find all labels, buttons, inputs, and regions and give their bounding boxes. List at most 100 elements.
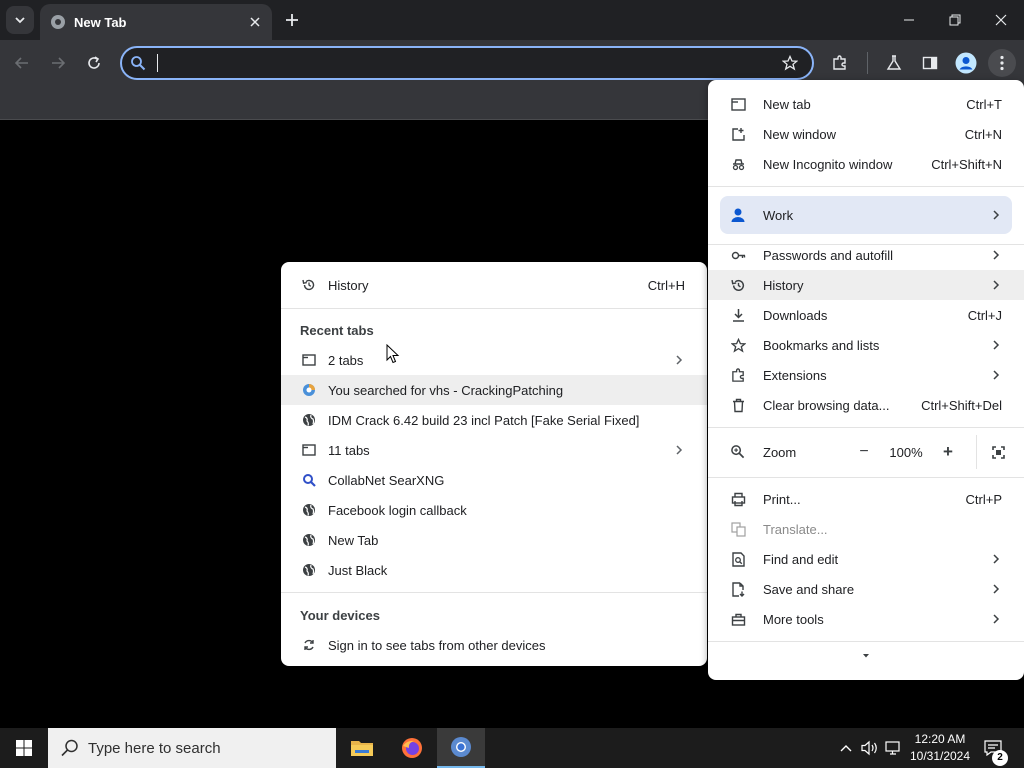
menu-item-history[interactable]: History	[708, 270, 1024, 300]
chevron-down-icon	[15, 17, 25, 24]
caret-down-icon[interactable]	[860, 652, 872, 660]
profile-item-work[interactable]: Work	[720, 196, 1012, 234]
profile-button[interactable]	[952, 49, 980, 77]
divider	[708, 477, 1024, 478]
chevron-right-icon	[993, 554, 1000, 564]
menu-item-new-window[interactable]: New window Ctrl+N	[708, 119, 1024, 149]
menu-item-save-share[interactable]: Save and share	[708, 574, 1024, 604]
search-placeholder: Type here to search	[88, 739, 221, 757]
menu-item-new-tab[interactable]: New tab Ctrl+T	[708, 89, 1024, 119]
sign-in-devices[interactable]: Sign in to see tabs from other devices	[281, 630, 707, 660]
menu-label: Print...	[763, 492, 801, 507]
omnibox[interactable]	[120, 46, 814, 80]
menu-item-clear-data[interactable]: Clear browsing data... Ctrl+Shift+Del	[708, 390, 1024, 420]
divider	[708, 427, 1024, 428]
chevron-right-icon	[993, 340, 1000, 350]
window-icon	[301, 442, 317, 458]
firefox-icon	[402, 738, 422, 758]
menu-item-extensions[interactable]: Extensions	[708, 360, 1024, 390]
new-window-icon	[730, 126, 746, 142]
menu-item-passwords[interactable]: Passwords and autofill	[708, 240, 1024, 270]
restore-button[interactable]	[932, 0, 978, 40]
search-icon	[301, 472, 317, 488]
menu-item-history[interactable]: History Ctrl+H	[281, 270, 707, 300]
site-favicon	[301, 382, 317, 398]
file-explorer-button[interactable]	[338, 728, 386, 768]
recent-item-label: 11 tabs	[328, 443, 370, 458]
close-icon	[995, 14, 1007, 26]
chrome-button[interactable]	[437, 728, 485, 768]
menu-label: New tab	[763, 97, 811, 112]
sync-icon	[301, 637, 317, 653]
title-bar: New Tab	[0, 0, 1024, 40]
tab-search-button[interactable]	[6, 6, 34, 34]
menu-label: Clear browsing data...	[763, 398, 890, 413]
person-icon	[730, 207, 746, 228]
menu-label: Translate...	[763, 522, 828, 537]
notification-badge: 2	[992, 750, 1008, 766]
chevron-right-icon	[993, 210, 1000, 220]
side-panel-button[interactable]	[916, 49, 944, 77]
recent-item-new-tab[interactable]: New Tab	[281, 525, 707, 555]
menu-label: More tools	[763, 612, 824, 627]
forward-button[interactable]	[44, 49, 72, 77]
zoom-in-button[interactable]: +	[934, 438, 962, 466]
zoom-row: Zoom − 100% +	[708, 435, 1024, 469]
omnibox-input[interactable]	[146, 51, 782, 75]
zoom-out-button[interactable]: −	[850, 438, 878, 466]
extensions-button[interactable]	[826, 49, 854, 77]
menu-label: Passwords and autofill	[763, 248, 894, 263]
taskbar-search[interactable]: Type here to search	[48, 728, 336, 768]
chevron-right-icon	[993, 614, 1000, 624]
reload-button[interactable]	[80, 49, 108, 77]
recent-item-2-tabs[interactable]: 2 tabs	[281, 345, 707, 375]
menu-shortcut: Ctrl+N	[964, 127, 1002, 142]
tab-new-tab[interactable]: New Tab	[40, 4, 272, 40]
menu-item-more-tools[interactable]: More tools	[708, 604, 1024, 634]
minimize-button[interactable]	[886, 0, 932, 40]
labs-button[interactable]	[880, 49, 908, 77]
recent-item-just-black[interactable]: Just Black	[281, 555, 707, 585]
close-window-button[interactable]	[978, 0, 1024, 40]
recent-item-11-tabs[interactable]: 11 tabs	[281, 435, 707, 465]
system-clock[interactable]: 12:20 AM 10/31/2024	[904, 731, 976, 765]
menu-item-downloads[interactable]: Downloads Ctrl+J	[708, 300, 1024, 330]
star-icon[interactable]	[782, 55, 798, 71]
recent-item-searxng[interactable]: CollabNet SearXNG	[281, 465, 707, 495]
recent-item-idm[interactable]: IDM Crack 6.42 build 23 incl Patch [Fake…	[281, 405, 707, 435]
chevron-right-icon	[676, 445, 683, 455]
chevron-right-icon	[993, 584, 1000, 594]
zoom-value: 100%	[889, 445, 923, 460]
menu-item-bookmarks[interactable]: Bookmarks and lists	[708, 330, 1024, 360]
download-icon	[730, 307, 746, 323]
menu-label: Find and edit	[763, 552, 839, 567]
key-icon	[730, 247, 746, 263]
search-icon	[61, 739, 78, 757]
menu-item-print[interactable]: Print... Ctrl+P	[708, 484, 1024, 514]
kebab-menu-icon	[1000, 55, 1004, 71]
chevron-right-icon	[993, 280, 1000, 290]
tray-overflow-button[interactable]	[836, 738, 856, 758]
volume-button[interactable]	[860, 738, 880, 758]
recent-item-cracking-patching[interactable]: You searched for vhs - CrackingPatching	[281, 375, 707, 405]
your-devices-header: Your devices	[300, 608, 380, 623]
history-submenu: History Ctrl+H Recent tabs 2 tabs You se…	[281, 262, 707, 666]
menu-item-incognito[interactable]: New Incognito window Ctrl+Shift+N	[708, 149, 1024, 179]
history-shortcut: Ctrl+H	[647, 278, 685, 293]
firefox-button[interactable]	[388, 728, 436, 768]
globe-icon	[301, 532, 317, 548]
new-tab-button[interactable]	[280, 8, 304, 32]
network-button[interactable]	[884, 738, 904, 758]
globe-icon	[301, 412, 317, 428]
back-button[interactable]	[8, 49, 36, 77]
menu-label: Extensions	[763, 368, 827, 383]
trash-icon	[730, 397, 746, 413]
menu-item-find-edit[interactable]: Find and edit	[708, 544, 1024, 574]
recent-item-facebook[interactable]: Facebook login callback	[281, 495, 707, 525]
fullscreen-button[interactable]	[984, 438, 1012, 466]
start-button[interactable]	[0, 728, 48, 768]
tab-close-button[interactable]	[244, 11, 266, 33]
menu-button[interactable]	[988, 49, 1016, 77]
history-label: History	[328, 278, 369, 293]
fullscreen-icon	[991, 445, 1005, 459]
